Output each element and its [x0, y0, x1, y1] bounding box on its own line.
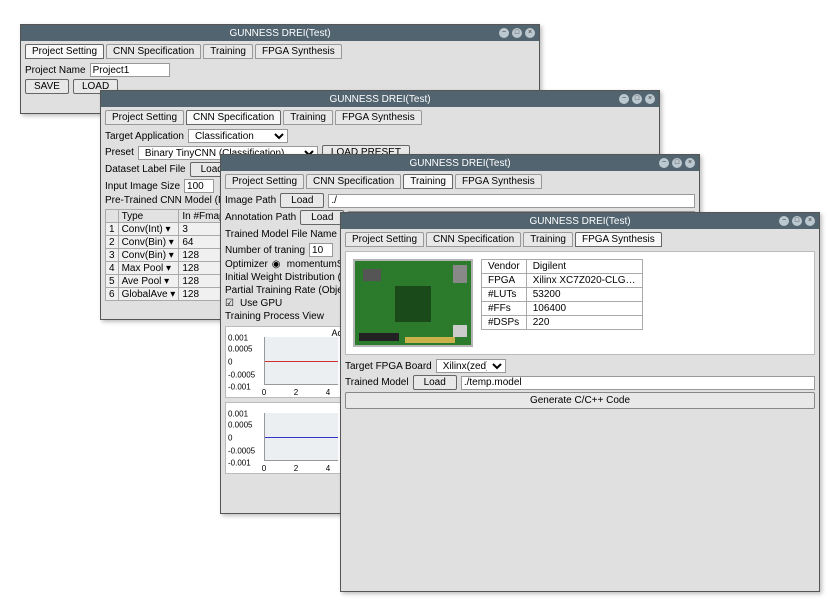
generate-code-button[interactable]: Generate C/C++ Code: [345, 392, 815, 409]
annotation-path-label: Annotation Path: [225, 212, 296, 223]
input-image-size-label: Input Image Size: [105, 181, 180, 192]
dsps-value: 220: [526, 316, 642, 330]
tab-project-setting[interactable]: Project Setting: [225, 174, 304, 189]
close-icon[interactable]: ×: [685, 158, 695, 168]
use-gpu-label: Use GPU: [240, 298, 282, 309]
project-name-input[interactable]: [90, 63, 170, 77]
tab-training[interactable]: Training: [203, 44, 253, 59]
close-icon[interactable]: ×: [805, 216, 815, 226]
trained-model-file-label: Trained Model File Name: [225, 229, 337, 240]
fpga-label: FPGA: [482, 274, 527, 288]
close-icon[interactable]: ×: [645, 94, 655, 104]
tab-training[interactable]: Training: [403, 174, 453, 189]
save-button[interactable]: SAVE: [25, 79, 69, 94]
vendor-value: Digilent: [526, 260, 642, 274]
image-path-load-button[interactable]: Load: [280, 193, 324, 208]
table-row: 6GlobalAve ▾128: [106, 288, 234, 301]
dataset-label-file-label: Dataset Label File: [105, 164, 186, 175]
input-image-size-input[interactable]: [184, 179, 214, 193]
project-name-label: Project Name: [25, 65, 86, 76]
training-chart-accuracy: Ac 0.001 0.0005 0 -0.0005 -0.001 0 2 4: [225, 326, 345, 398]
layers-table: Type In #Fmaps 1Conv(Int) ▾3 2Conv(Bin) …: [105, 209, 234, 301]
fpga-value: Xilinx XC7Z020-CLG…: [526, 274, 642, 288]
target-fpga-board-label: Target FPGA Board: [345, 361, 432, 372]
ffs-value: 106400: [526, 302, 642, 316]
window-title: GUNNESS DREI(Test): [221, 158, 699, 169]
maximize-icon[interactable]: □: [792, 216, 802, 226]
tab-cnn-specification[interactable]: CNN Specification: [426, 232, 521, 247]
target-fpga-board-select[interactable]: Xilinx(zed): [436, 359, 506, 373]
table-row: 5Ave Pool ▾128: [106, 275, 234, 288]
tab-project-setting[interactable]: Project Setting: [345, 232, 424, 247]
maximize-icon[interactable]: □: [632, 94, 642, 104]
image-path-label: Image Path: [225, 195, 276, 206]
tab-cnn-specification[interactable]: CNN Specification: [106, 44, 201, 59]
num-training-input[interactable]: [309, 243, 333, 257]
maximize-icon[interactable]: □: [672, 158, 682, 168]
optimizer-label: Optimizer: [225, 259, 268, 270]
tab-project-setting[interactable]: Project Setting: [25, 44, 104, 59]
target-application-select[interactable]: Classification: [188, 129, 288, 143]
target-application-label: Target Application: [105, 131, 184, 142]
titlebar[interactable]: GUNNESS DREI(Test) − □ ×: [101, 91, 659, 107]
tab-fpga-synthesis[interactable]: FPGA Synthesis: [255, 44, 342, 59]
window-title: GUNNESS DREI(Test): [21, 28, 539, 39]
maximize-icon[interactable]: □: [512, 28, 522, 38]
luts-label: #LUTs: [482, 288, 527, 302]
training-chart-loss: 0.001 0.0005 0 -0.0005 -0.001 0 2 4: [225, 402, 345, 474]
minimize-icon[interactable]: −: [659, 158, 669, 168]
tab-project-setting[interactable]: Project Setting: [105, 110, 184, 125]
dsps-label: #DSPs: [482, 316, 527, 330]
layers-type-header: Type: [118, 210, 179, 223]
table-row: 3Conv(Bin) ▾128: [106, 249, 234, 262]
luts-value: 53200: [526, 288, 642, 302]
window-title: GUNNESS DREI(Test): [101, 94, 659, 105]
tab-cnn-specification[interactable]: CNN Specification: [306, 174, 401, 189]
table-row: 4Max Pool ▾128: [106, 262, 234, 275]
titlebar[interactable]: GUNNESS DREI(Test) − □ ×: [221, 155, 699, 171]
annotation-path-load-button[interactable]: Load: [300, 210, 344, 225]
tab-cnn-specification[interactable]: CNN Specification: [186, 110, 281, 125]
use-gpu-checkbox[interactable]: ☑: [225, 298, 236, 309]
trained-model-path-input[interactable]: [461, 376, 815, 390]
tab-fpga-synthesis[interactable]: FPGA Synthesis: [335, 110, 422, 125]
window-fpga-synthesis: GUNNESS DREI(Test) − □ × Project Setting…: [340, 212, 820, 592]
window-title: GUNNESS DREI(Test): [341, 216, 819, 227]
tab-training[interactable]: Training: [523, 232, 573, 247]
table-row: 1Conv(Int) ▾3: [106, 223, 234, 236]
minimize-icon[interactable]: −: [619, 94, 629, 104]
optimizer-radio[interactable]: ◉: [272, 259, 283, 270]
table-row: 2Conv(Bin) ▾64: [106, 236, 234, 249]
minimize-icon[interactable]: −: [499, 28, 509, 38]
board-info-table: VendorDigilent FPGAXilinx XC7Z020-CLG… #…: [481, 259, 643, 330]
init-weight-label: Initial Weight Distribution (Spa: [225, 272, 359, 283]
training-process-view-label: Training Process View: [225, 311, 324, 322]
tab-fpga-synthesis[interactable]: FPGA Synthesis: [575, 232, 662, 247]
tab-fpga-synthesis[interactable]: FPGA Synthesis: [455, 174, 542, 189]
trained-model-label: Trained Model: [345, 377, 409, 388]
preset-label: Preset: [105, 147, 134, 158]
tab-training[interactable]: Training: [283, 110, 333, 125]
close-icon[interactable]: ×: [525, 28, 535, 38]
fpga-board-image: [353, 259, 473, 347]
vendor-label: Vendor: [482, 260, 527, 274]
board-info-panel: VendorDigilent FPGAXilinx XC7Z020-CLG… #…: [345, 251, 815, 355]
num-training-label: Number of traning: [225, 245, 305, 256]
trained-model-load-button[interactable]: Load: [413, 375, 457, 390]
titlebar[interactable]: GUNNESS DREI(Test) − □ ×: [341, 213, 819, 229]
image-path-input[interactable]: [328, 194, 695, 208]
minimize-icon[interactable]: −: [779, 216, 789, 226]
ffs-label: #FFs: [482, 302, 527, 316]
titlebar[interactable]: GUNNESS DREI(Test) − □ ×: [21, 25, 539, 41]
